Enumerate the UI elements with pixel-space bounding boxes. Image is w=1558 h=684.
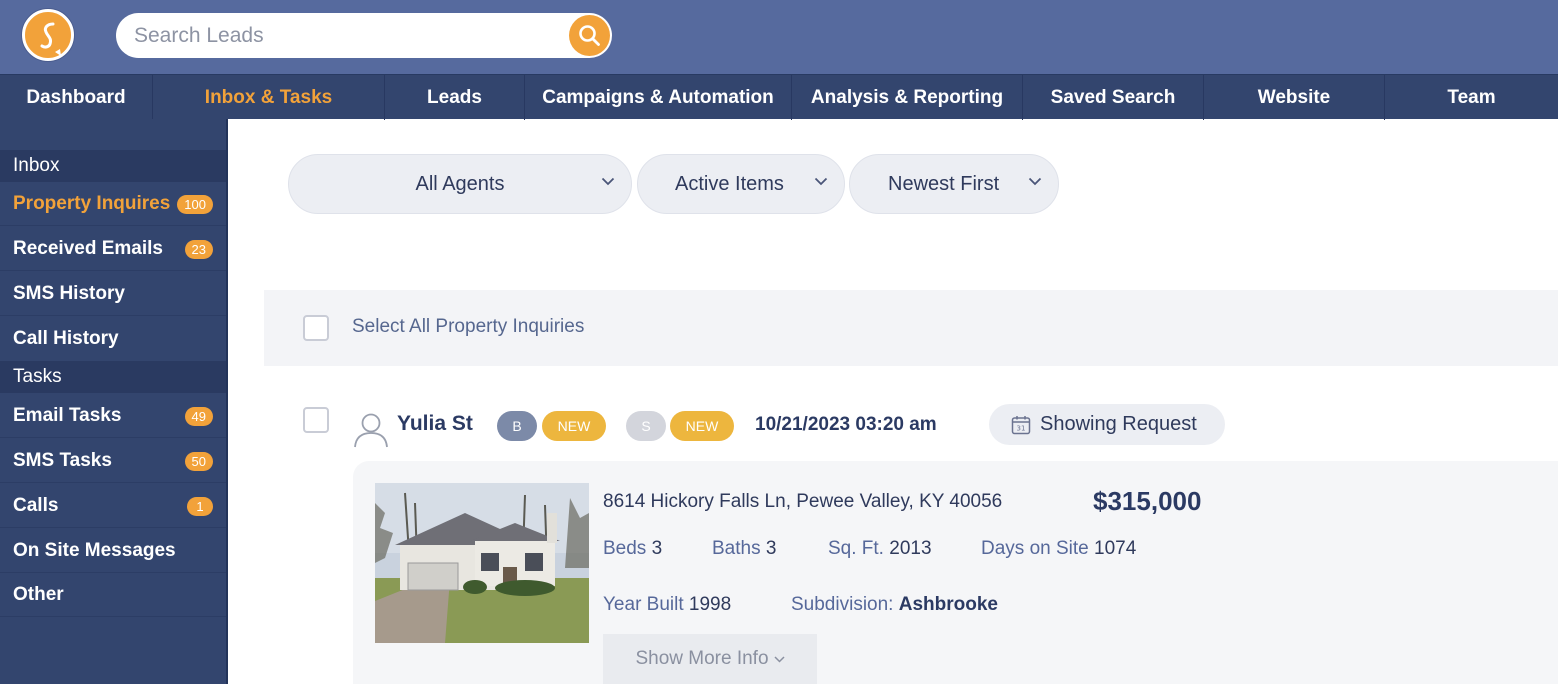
subdivision-stat: Subdivision: Ashbrooke	[791, 594, 998, 616]
user-avatar-icon	[354, 413, 388, 448]
main-nav: Dashboard Inbox & Tasks Leads Campaigns …	[0, 74, 1558, 120]
sidebar-item-received-emails[interactable]: Received Emails 23	[0, 227, 226, 271]
days-on-site-value: 1074	[1094, 538, 1137, 559]
agent-filter-value: All Agents	[415, 172, 505, 195]
sidebar-item-calls[interactable]: Calls 1	[0, 484, 226, 528]
calendar-icon: 31	[1011, 415, 1031, 434]
sidebar-item-label: Calls	[13, 494, 59, 516]
search-icon	[579, 25, 600, 46]
sidebar-item-label: On Site Messages	[13, 539, 176, 561]
chevron-down-icon	[1028, 177, 1042, 186]
sidebar-item-sms-tasks[interactable]: SMS Tasks 50	[0, 439, 226, 483]
sidebar-item-label: SMS Tasks	[13, 449, 112, 471]
sidebar-item-on-site-messages[interactable]: On Site Messages	[0, 529, 226, 573]
lead-name[interactable]: Yulia St	[397, 412, 473, 436]
nav-website[interactable]: Website	[1204, 75, 1385, 120]
count-badge: 50	[184, 452, 213, 471]
year-built-stat: Year Built 1998	[603, 594, 731, 616]
days-on-site-stat: Days on Site 1074	[981, 538, 1136, 560]
search-input[interactable]	[134, 13, 564, 58]
search-button[interactable]	[569, 15, 610, 56]
sidebar: Inbox Property Inquires 100 Received Ema…	[0, 119, 228, 684]
app-logo[interactable]	[22, 9, 74, 61]
status-filter-dropdown[interactable]: Active Items	[637, 154, 845, 214]
sidebar-heading-tasks: Tasks	[0, 361, 226, 393]
sidebar-item-sms-history[interactable]: SMS History	[0, 272, 226, 316]
showing-request-button[interactable]: 31 Showing Request	[989, 404, 1225, 445]
agent-filter-dropdown[interactable]: All Agents	[288, 154, 632, 214]
sidebar-item-email-tasks[interactable]: Email Tasks 49	[0, 394, 226, 438]
nav-dashboard[interactable]: Dashboard	[0, 75, 153, 120]
nav-team[interactable]: Team	[1385, 75, 1558, 120]
count-badge: 100	[177, 195, 213, 214]
sort-value: Newest First	[888, 172, 1000, 195]
top-header	[0, 0, 1558, 74]
svg-text:31: 31	[1017, 424, 1026, 432]
sidebar-item-label: SMS History	[13, 282, 125, 304]
sidebar-item-label: Property Inquires	[13, 192, 171, 214]
count-badge: 23	[184, 240, 213, 259]
baths-value: 3	[765, 538, 777, 559]
sidebar-item-label: Other	[13, 583, 64, 605]
sqft-value: 2013	[889, 538, 932, 559]
nav-inbox-tasks[interactable]: Inbox & Tasks	[153, 75, 385, 120]
chevron-down-icon	[814, 177, 828, 186]
sidebar-item-other[interactable]: Other	[0, 573, 226, 617]
sort-dropdown[interactable]: Newest First	[849, 154, 1059, 214]
logo-icon	[40, 22, 61, 56]
house-photo-image	[375, 483, 589, 643]
year-built-value: 1998	[688, 594, 732, 615]
status-filter-value: Active Items	[675, 172, 784, 195]
buyer-badge: B	[497, 411, 537, 441]
beds-value: 3	[651, 538, 663, 559]
seller-badge: S	[626, 411, 666, 441]
property-photo[interactable]	[375, 483, 589, 643]
select-all-label[interactable]: Select All Property Inquiries	[352, 316, 584, 338]
nav-analysis-reporting[interactable]: Analysis & Reporting	[792, 75, 1023, 120]
showing-request-label: Showing Request	[1040, 413, 1197, 435]
select-all-checkbox[interactable]	[303, 315, 329, 341]
show-more-info-label: Show More Info	[635, 648, 769, 669]
sqft-label: Sq. Ft.	[828, 538, 884, 559]
sidebar-item-label: Email Tasks	[13, 404, 122, 426]
buyer-status-badge: NEW	[542, 411, 606, 441]
chevron-down-icon	[601, 177, 615, 186]
subdivision-label: Subdivision:	[791, 594, 894, 615]
subdivision-value: Ashbrooke	[898, 594, 998, 615]
lead-timestamp: 10/21/2023 03:20 am	[755, 414, 937, 435]
baths-stat: Baths 3	[712, 538, 776, 560]
nav-saved-search[interactable]: Saved Search	[1023, 75, 1204, 120]
sidebar-item-call-history[interactable]: Call History	[0, 317, 226, 361]
property-address[interactable]: 8614 Hickory Falls Ln, Pewee Valley, KY …	[603, 491, 1002, 513]
property-price: $315,000	[1093, 486, 1202, 516]
year-built-label: Year Built	[603, 594, 684, 615]
lead-checkbox[interactable]	[303, 407, 329, 433]
beds-label: Beds	[603, 538, 647, 559]
nav-campaigns-automation[interactable]: Campaigns & Automation	[525, 75, 792, 120]
nav-leads[interactable]: Leads	[385, 75, 525, 120]
beds-stat: Beds 3	[603, 538, 662, 560]
search-bar	[116, 13, 612, 58]
baths-label: Baths	[712, 538, 761, 559]
count-badge: 1	[187, 497, 213, 516]
seller-status-badge: NEW	[670, 411, 734, 441]
count-badge: 49	[184, 407, 213, 426]
sidebar-item-label: Received Emails	[13, 237, 163, 259]
sidebar-item-label: Call History	[13, 328, 119, 349]
days-on-site-label: Days on Site	[981, 538, 1089, 559]
sidebar-heading-inbox: Inbox	[0, 150, 226, 182]
show-more-info-button[interactable]: Show More Info	[603, 634, 817, 684]
chevron-down-icon	[774, 655, 785, 663]
sqft-stat: Sq. Ft. 2013	[828, 538, 932, 560]
sidebar-item-property-inquires[interactable]: Property Inquires 100	[0, 182, 226, 226]
